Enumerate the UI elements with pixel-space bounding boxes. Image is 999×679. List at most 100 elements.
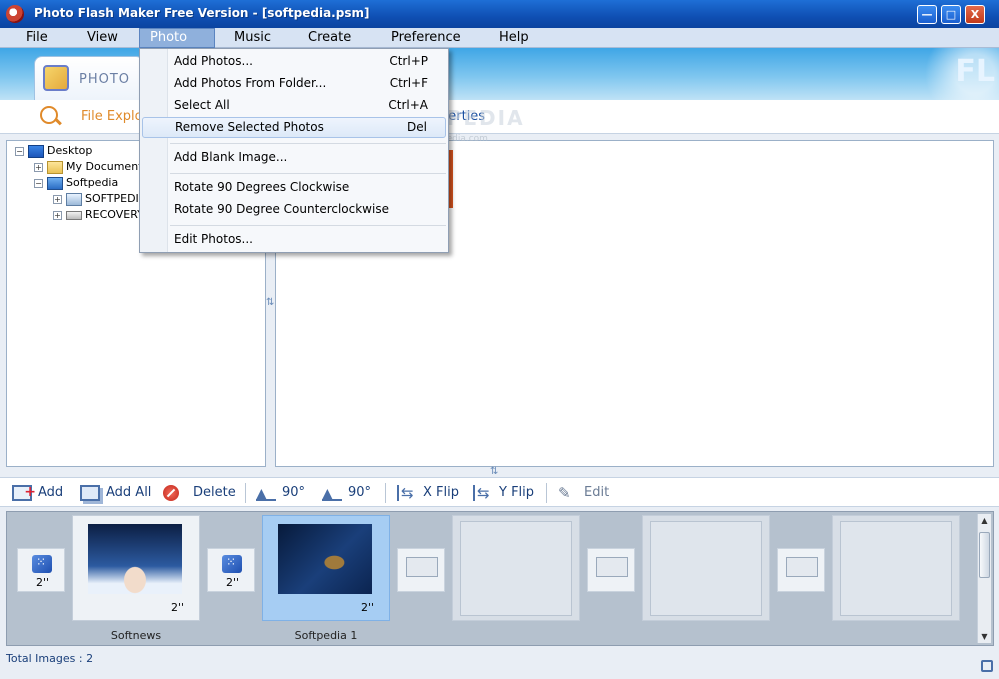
photo-frame-empty[interactable] bbox=[642, 515, 770, 621]
collapse-icon[interactable]: − bbox=[34, 178, 43, 188]
minimize-button[interactable]: — bbox=[917, 5, 937, 24]
menu-separator bbox=[170, 225, 446, 226]
rotate-right-icon bbox=[322, 483, 342, 505]
menu-remove-selected-photos[interactable]: Remove Selected Photos Del bbox=[142, 117, 446, 138]
menu-item-label: Rotate 90 Degree Counterclockwise bbox=[174, 202, 389, 216]
drive-icon bbox=[66, 210, 82, 220]
tab-photo[interactable]: PHOTO bbox=[34, 56, 144, 100]
menu-music[interactable]: Music bbox=[224, 28, 281, 48]
menu-separator bbox=[170, 173, 446, 174]
menu-separator bbox=[170, 143, 446, 144]
scroll-down-icon[interactable]: ▼ bbox=[978, 630, 991, 643]
expand-icon[interactable]: + bbox=[53, 194, 62, 204]
photo-frame-empty[interactable] bbox=[832, 515, 960, 621]
close-button[interactable]: X bbox=[965, 5, 985, 24]
expand-icon[interactable]: + bbox=[53, 210, 62, 220]
toolbar-separator bbox=[546, 483, 547, 503]
transition-duration: 2'' bbox=[36, 576, 50, 589]
logo-text: FL bbox=[955, 54, 995, 89]
photo-frame-softpedia-1[interactable]: 2'' bbox=[262, 515, 390, 621]
transition-slot[interactable]: 2'' bbox=[17, 548, 65, 592]
menu-item-label: Rotate 90 Degrees Clockwise bbox=[174, 180, 350, 194]
rotate-cw-button[interactable]: 90° bbox=[322, 482, 372, 505]
rotate-ccw-button[interactable]: 90° bbox=[256, 482, 306, 505]
rotate-cw-label: 90° bbox=[348, 485, 372, 500]
photo-frame-empty[interactable] bbox=[452, 515, 580, 621]
empty-frame-box bbox=[650, 521, 762, 616]
tree-item-my-documents[interactable]: + My Documents bbox=[34, 159, 148, 175]
y-flip-button[interactable]: Y Flip bbox=[473, 482, 534, 504]
frame-duration: 2'' bbox=[171, 601, 185, 614]
y-flip-label: Y Flip bbox=[499, 485, 535, 500]
menu-item-label: Add Photos... bbox=[174, 54, 253, 68]
photo-frame-softnews[interactable]: 2'' bbox=[72, 515, 200, 621]
frame-duration: 2'' bbox=[361, 601, 375, 614]
rotate-ccw-label: 90° bbox=[282, 485, 306, 500]
menu-photo[interactable]: Photo bbox=[139, 28, 215, 48]
add-all-button[interactable]: Add All bbox=[80, 482, 151, 504]
tab-photo-label: PHOTO bbox=[79, 72, 131, 87]
window-title: Photo Flash Maker Free Version - [softpe… bbox=[34, 6, 370, 20]
scroll-up-icon[interactable]: ▲ bbox=[978, 514, 991, 527]
empty-transition-icon bbox=[786, 557, 818, 577]
tree-item-label: SOFTPEDI bbox=[85, 192, 139, 205]
edit-label: Edit bbox=[584, 485, 610, 500]
tree-item-softpedi-drive[interactable]: + SOFTPEDI bbox=[53, 191, 139, 207]
transition-slot-empty[interactable] bbox=[397, 548, 445, 592]
menu-file[interactable]: File bbox=[16, 28, 58, 48]
scroll-thumb[interactable] bbox=[979, 532, 990, 578]
tree-item-recovery-drive[interactable]: + RECOVERY bbox=[53, 207, 144, 223]
menu-preference[interactable]: Preference bbox=[381, 28, 471, 48]
transition-slot[interactable]: 2'' bbox=[207, 548, 255, 592]
tree-item-desktop[interactable]: − Desktop bbox=[15, 143, 92, 159]
menu-add-photos[interactable]: Add Photos... Ctrl+P bbox=[142, 51, 446, 72]
splitter-grip-icon[interactable]: ⇅ bbox=[490, 466, 498, 477]
menu-add-blank-image[interactable]: Add Blank Image... bbox=[142, 147, 446, 168]
desktop-icon bbox=[28, 144, 44, 158]
menu-create[interactable]: Create bbox=[298, 28, 361, 48]
restore-window-icon[interactable] bbox=[981, 660, 993, 672]
edit-icon bbox=[558, 482, 578, 504]
drive-icon bbox=[66, 192, 82, 206]
collapse-icon[interactable]: − bbox=[15, 146, 24, 156]
empty-frame-box bbox=[840, 521, 952, 616]
rotate-left-icon bbox=[256, 483, 276, 505]
delete-button[interactable]: Delete bbox=[163, 482, 236, 504]
menu-item-shortcut: Del bbox=[407, 120, 427, 134]
delete-label: Delete bbox=[193, 485, 236, 500]
menu-edit-photos[interactable]: Edit Photos... bbox=[142, 229, 446, 250]
menu-item-label: Add Blank Image... bbox=[174, 150, 288, 164]
edit-button[interactable]: Edit bbox=[558, 482, 609, 504]
menu-rotate-clockwise[interactable]: Rotate 90 Degrees Clockwise bbox=[142, 177, 446, 198]
tree-item-label: RECOVERY bbox=[85, 208, 144, 221]
transition-slot-empty[interactable] bbox=[587, 548, 635, 592]
maximize-button[interactable]: □ bbox=[941, 5, 961, 24]
expand-icon[interactable]: + bbox=[34, 162, 43, 172]
transition-cube-icon bbox=[222, 555, 242, 573]
photo-thumbnail bbox=[88, 524, 182, 594]
tree-item-label: Softpedia bbox=[66, 176, 119, 189]
menu-item-shortcut: Ctrl+P bbox=[389, 54, 428, 68]
menu-bar: File View Photo Music Create Preference … bbox=[0, 28, 999, 48]
tab-file-explorer[interactable]: File Explo bbox=[81, 109, 143, 124]
menu-view[interactable]: View bbox=[77, 28, 128, 48]
x-flip-button[interactable]: X Flip bbox=[397, 482, 459, 504]
computer-icon bbox=[47, 176, 63, 190]
menu-add-photos-from-folder[interactable]: Add Photos From Folder... Ctrl+F bbox=[142, 73, 446, 94]
photo-menu-dropdown: Add Photos... Ctrl+P Add Photos From Fol… bbox=[139, 48, 449, 253]
tree-item-softpedia[interactable]: − Softpedia bbox=[34, 175, 118, 191]
menu-select-all[interactable]: Select All Ctrl+A bbox=[142, 95, 446, 116]
storyboard-scrollbar[interactable]: ▲ ▼ bbox=[977, 514, 991, 643]
transition-slot-empty[interactable] bbox=[777, 548, 825, 592]
photo-icon bbox=[43, 65, 69, 91]
menu-help[interactable]: Help bbox=[489, 28, 539, 48]
status-bar: Total Images : 2 bbox=[0, 650, 999, 679]
menu-item-label: Select All bbox=[174, 98, 230, 112]
y-flip-icon bbox=[473, 482, 493, 504]
add-button[interactable]: Add bbox=[12, 481, 63, 504]
menu-rotate-counterclockwise[interactable]: Rotate 90 Degree Counterclockwise bbox=[142, 199, 446, 220]
empty-transition-icon bbox=[406, 557, 438, 577]
transition-cube-icon bbox=[32, 555, 52, 573]
menu-item-shortcut: Ctrl+A bbox=[388, 98, 428, 112]
add-all-icon bbox=[80, 484, 100, 501]
